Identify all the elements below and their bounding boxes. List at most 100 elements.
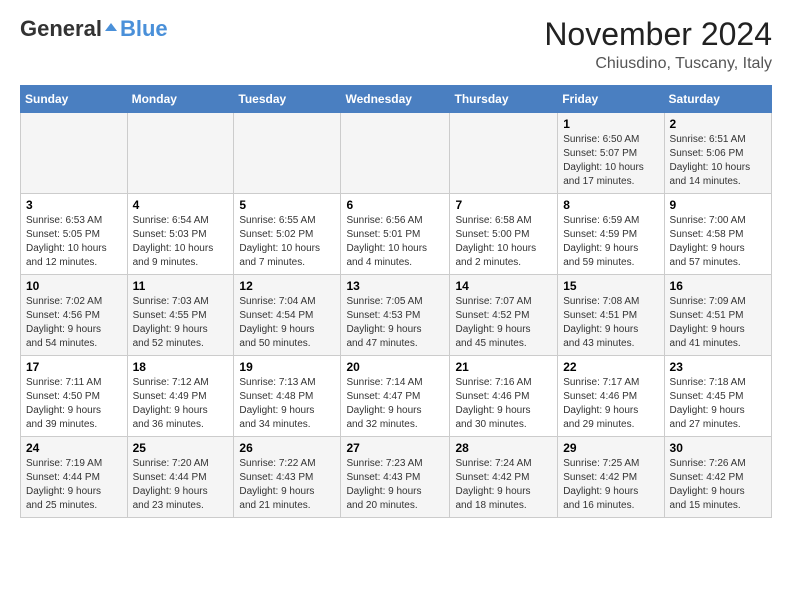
logo-text: General Blue xyxy=(20,16,168,42)
cell-4-1: 25 Sunrise: 7:20 AM Sunset: 4:44 PM Dayli… xyxy=(127,437,234,518)
week-row-0: 1 Sunrise: 6:50 AM Sunset: 5:07 PM Daylig… xyxy=(21,113,772,194)
day-info: Sunrise: 7:00 AM Sunset: 4:58 PM Dayligh… xyxy=(670,214,766,270)
day-number: 27 xyxy=(346,441,444,455)
week-row-4: 24Sunrise: 7:19 AM Sunset: 4:44 PM Dayli… xyxy=(21,437,772,518)
page: General Blue November 2024 Chiusdino, Tu… xyxy=(0,0,792,528)
day-number: 19 xyxy=(239,360,335,374)
day-info: Sunrise: 7:03 AM Sunset: 4:55 PM Dayligh… xyxy=(133,295,229,351)
day-info: Sunrise: 7:08 AM Sunset: 4:51 PM Dayligh… xyxy=(563,295,658,351)
day-number: 23 xyxy=(670,360,766,374)
week-row-2: 10 Sunrise: 7:02 AM Sunset: 4:56 PM Dayli… xyxy=(21,275,772,356)
day-number: 1 xyxy=(563,117,658,131)
title-block: November 2024 Chiusdino, Tuscany, Italy xyxy=(544,16,772,73)
cell-0-1 xyxy=(127,113,234,194)
col-sunday: Sunday xyxy=(21,86,128,113)
cell-0-0 xyxy=(21,113,128,194)
day-number: 9 xyxy=(670,198,766,212)
day-number: 25 xyxy=(133,441,229,455)
day-number: 8 xyxy=(563,198,658,212)
logo: General Blue xyxy=(20,16,168,42)
col-friday: Friday xyxy=(558,86,664,113)
cell-0-4 xyxy=(450,113,558,194)
logo-general: General xyxy=(20,16,102,42)
day-number: 15 xyxy=(563,279,658,293)
day-info: Sunrise: 7:17 AM Sunset: 4:46 PM Dayligh… xyxy=(563,376,658,432)
day-number: 22 xyxy=(563,360,658,374)
day-info: Sunrise: 7:02 AM Sunset: 4:56 PM Dayligh… xyxy=(26,295,122,351)
col-monday: Monday xyxy=(127,86,234,113)
month-title: November 2024 xyxy=(544,16,772,53)
col-wednesday: Wednesday xyxy=(341,86,450,113)
header: General Blue November 2024 Chiusdino, Tu… xyxy=(20,16,772,73)
day-number: 18 xyxy=(133,360,229,374)
day-number: 29 xyxy=(563,441,658,455)
day-info: Sunrise: 7:20 AM Sunset: 4:44 PM Dayligh… xyxy=(133,457,229,513)
day-number: 21 xyxy=(455,360,552,374)
day-info: Sunrise: 6:51 AM Sunset: 5:06 PM Dayligh… xyxy=(670,133,766,189)
cell-3-6: 23 Sunrise: 7:18 AM Sunset: 4:45 PM Dayli… xyxy=(664,356,771,437)
day-number: 14 xyxy=(455,279,552,293)
cell-2-6: 16 Sunrise: 7:09 AM Sunset: 4:51 PM Dayli… xyxy=(664,275,771,356)
day-number: 17 xyxy=(26,360,122,374)
day-info: Sunrise: 6:54 AM Sunset: 5:03 PM Dayligh… xyxy=(133,214,229,270)
location: Chiusdino, Tuscany, Italy xyxy=(544,55,772,73)
cell-3-4: 21 Sunrise: 7:16 AM Sunset: 4:46 PM Dayli… xyxy=(450,356,558,437)
cell-2-2: 12 Sunrise: 7:04 AM Sunset: 4:54 PM Dayli… xyxy=(234,275,341,356)
week-row-1: 3Sunrise: 6:53 AM Sunset: 5:05 PM Daylig… xyxy=(21,194,772,275)
day-info: Sunrise: 7:22 AM Sunset: 4:43 PM Dayligh… xyxy=(239,457,335,513)
col-thursday: Thursday xyxy=(450,86,558,113)
col-tuesday: Tuesday xyxy=(234,86,341,113)
day-info: Sunrise: 6:50 AM Sunset: 5:07 PM Dayligh… xyxy=(563,133,658,189)
cell-0-3 xyxy=(341,113,450,194)
cell-3-2: 19 Sunrise: 7:13 AM Sunset: 4:48 PM Dayli… xyxy=(234,356,341,437)
logo-icon xyxy=(103,21,119,37)
day-info: Sunrise: 7:13 AM Sunset: 4:48 PM Dayligh… xyxy=(239,376,335,432)
cell-0-2 xyxy=(234,113,341,194)
day-number: 12 xyxy=(239,279,335,293)
day-number: 10 xyxy=(26,279,122,293)
day-number: 4 xyxy=(133,198,229,212)
day-number: 5 xyxy=(239,198,335,212)
cell-0-5: 1 Sunrise: 6:50 AM Sunset: 5:07 PM Daylig… xyxy=(558,113,664,194)
day-info: Sunrise: 7:11 AM Sunset: 4:50 PM Dayligh… xyxy=(26,376,122,432)
day-info: Sunrise: 7:23 AM Sunset: 4:43 PM Dayligh… xyxy=(346,457,444,513)
day-number: 24 xyxy=(26,441,122,455)
cell-2-3: 13 Sunrise: 7:05 AM Sunset: 4:53 PM Dayli… xyxy=(341,275,450,356)
cell-4-2: 26 Sunrise: 7:22 AM Sunset: 4:43 PM Dayli… xyxy=(234,437,341,518)
day-info: Sunrise: 7:05 AM Sunset: 4:53 PM Dayligh… xyxy=(346,295,444,351)
day-number: 28 xyxy=(455,441,552,455)
day-number: 26 xyxy=(239,441,335,455)
calendar-table: Sunday Monday Tuesday Wednesday Thursday… xyxy=(20,85,772,518)
day-info: Sunrise: 7:18 AM Sunset: 4:45 PM Dayligh… xyxy=(670,376,766,432)
day-info: Sunrise: 7:04 AM Sunset: 4:54 PM Dayligh… xyxy=(239,295,335,351)
cell-0-6: 2Sunrise: 6:51 AM Sunset: 5:06 PM Daylig… xyxy=(664,113,771,194)
cell-3-0: 17 Sunrise: 7:11 AM Sunset: 4:50 PM Dayli… xyxy=(21,356,128,437)
cell-4-0: 24Sunrise: 7:19 AM Sunset: 4:44 PM Dayli… xyxy=(21,437,128,518)
cell-1-1: 4 Sunrise: 6:54 AM Sunset: 5:03 PM Daylig… xyxy=(127,194,234,275)
day-info: Sunrise: 7:09 AM Sunset: 4:51 PM Dayligh… xyxy=(670,295,766,351)
cell-4-3: 27 Sunrise: 7:23 AM Sunset: 4:43 PM Dayli… xyxy=(341,437,450,518)
cell-1-2: 5 Sunrise: 6:55 AM Sunset: 5:02 PM Daylig… xyxy=(234,194,341,275)
day-info: Sunrise: 7:12 AM Sunset: 4:49 PM Dayligh… xyxy=(133,376,229,432)
day-info: Sunrise: 7:07 AM Sunset: 4:52 PM Dayligh… xyxy=(455,295,552,351)
day-number: 16 xyxy=(670,279,766,293)
cell-2-1: 11Sunrise: 7:03 AM Sunset: 4:55 PM Dayli… xyxy=(127,275,234,356)
cell-3-1: 18 Sunrise: 7:12 AM Sunset: 4:49 PM Dayli… xyxy=(127,356,234,437)
day-info: Sunrise: 7:24 AM Sunset: 4:42 PM Dayligh… xyxy=(455,457,552,513)
week-row-3: 17 Sunrise: 7:11 AM Sunset: 4:50 PM Dayli… xyxy=(21,356,772,437)
cell-1-3: 6Sunrise: 6:56 AM Sunset: 5:01 PM Daylig… xyxy=(341,194,450,275)
day-number: 7 xyxy=(455,198,552,212)
day-number: 20 xyxy=(346,360,444,374)
cell-3-3: 20 Sunrise: 7:14 AM Sunset: 4:47 PM Dayli… xyxy=(341,356,450,437)
day-number: 13 xyxy=(346,279,444,293)
day-info: Sunrise: 7:16 AM Sunset: 4:46 PM Dayligh… xyxy=(455,376,552,432)
day-number: 6 xyxy=(346,198,444,212)
cell-2-5: 15 Sunrise: 7:08 AM Sunset: 4:51 PM Dayli… xyxy=(558,275,664,356)
day-info: Sunrise: 6:55 AM Sunset: 5:02 PM Dayligh… xyxy=(239,214,335,270)
cell-1-6: 9 Sunrise: 7:00 AM Sunset: 4:58 PM Daylig… xyxy=(664,194,771,275)
cell-3-5: 22 Sunrise: 7:17 AM Sunset: 4:46 PM Dayli… xyxy=(558,356,664,437)
col-saturday: Saturday xyxy=(664,86,771,113)
cell-4-4: 28 Sunrise: 7:24 AM Sunset: 4:42 PM Dayli… xyxy=(450,437,558,518)
day-number: 3 xyxy=(26,198,122,212)
day-info: Sunrise: 7:14 AM Sunset: 4:47 PM Dayligh… xyxy=(346,376,444,432)
